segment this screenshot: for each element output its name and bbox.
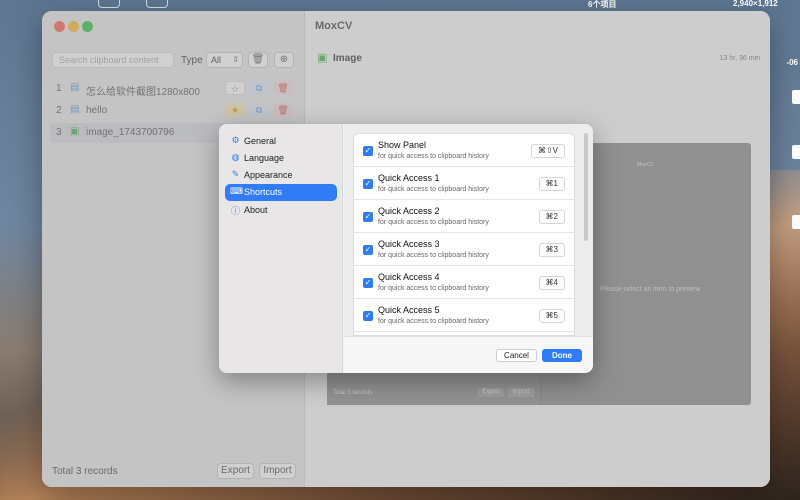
- brush-icon: ✎: [231, 169, 240, 179]
- settings-sidebar: ⚙ General ◍ Language ✎ Appearance ⌨ Shor…: [219, 124, 343, 373]
- shortcut-name: Quick Access 3: [378, 239, 440, 249]
- desktop-file-icon[interactable]: [792, 215, 800, 229]
- shortcuts-pane: ✓ Show Panel for quick access to clipboa…: [344, 124, 593, 336]
- shortcut-desc: for quick access to clipboard history: [378, 186, 489, 193]
- nav-label: Appearance: [244, 170, 293, 180]
- menubar-resolution: 2,940×1,912: [733, 0, 778, 8]
- settings-dialog: ⚙ General ◍ Language ✎ Appearance ⌨ Shor…: [219, 124, 593, 373]
- shortcut-desc: for quick access to clipboard history: [378, 285, 489, 292]
- shortcut-desc: for quick access to clipboard history: [378, 219, 489, 226]
- shortcut-checkbox[interactable]: ✓: [363, 179, 373, 189]
- shortcut-desc: for quick access to clipboard history: [378, 318, 489, 325]
- shortcut-recorder[interactable]: ⌘1: [538, 177, 565, 191]
- shortcut-recorder[interactable]: ⌘3: [538, 243, 565, 257]
- nav-label: General: [244, 136, 277, 146]
- menubar-items-count: 6个项目: [588, 0, 617, 9]
- cancel-button[interactable]: Cancel: [496, 349, 537, 362]
- shortcut-name: Quick Access 1: [378, 173, 440, 183]
- shortcut-desc: for quick access to clipboard history: [378, 153, 489, 160]
- shortcut-checkbox[interactable]: ✓: [363, 311, 373, 321]
- shortcut-desc: for quick access to clipboard history: [378, 252, 489, 259]
- nav-language[interactable]: ◍ Language: [225, 150, 337, 167]
- nav-about[interactable]: ⓘ About: [225, 202, 337, 219]
- nav-appearance[interactable]: ✎ Appearance: [225, 167, 337, 184]
- shortcut-name: Quick Access 4: [378, 272, 440, 282]
- info-icon: ⓘ: [230, 206, 240, 216]
- scrollbar[interactable]: [584, 133, 588, 241]
- shortcut-row-quick-access-5: ✓ Quick Access 5 for quick access to cli…: [354, 299, 574, 332]
- shortcut-checkbox[interactable]: ✓: [363, 245, 373, 255]
- shortcut-row-quick-access-3: ✓ Quick Access 3 for quick access to cli…: [354, 233, 574, 266]
- menu-bar: 6个项目 2,940×1,912: [0, 0, 800, 10]
- shortcut-checkbox[interactable]: ✓: [363, 212, 373, 222]
- dialog-footer: Cancel Done: [344, 336, 593, 373]
- nav-label: About: [244, 205, 268, 215]
- shortcut-name: Quick Access 5: [378, 305, 440, 315]
- shortcut-checkbox[interactable]: ✓: [363, 146, 373, 156]
- shortcut-row-quick-access-4: ✓ Quick Access 4 for quick access to cli…: [354, 266, 574, 299]
- menubar-keyboard-icon[interactable]: [146, 0, 168, 8]
- menubar-app-icon[interactable]: [98, 0, 120, 8]
- keyboard-icon: ⌨: [230, 186, 243, 196]
- shortcut-checkbox[interactable]: ✓: [363, 278, 373, 288]
- desktop-side-label: -06: [786, 58, 798, 67]
- shortcut-row-quick-access-2: ✓ Quick Access 2 for quick access to cli…: [354, 200, 574, 233]
- shortcut-row-show-panel: ✓ Show Panel for quick access to clipboa…: [354, 134, 574, 167]
- shortcut-name: Show Panel: [378, 140, 427, 150]
- nav-label: Language: [244, 153, 285, 163]
- shortcut-row-quick-access-1: ✓ Quick Access 1 for quick access to cli…: [354, 167, 574, 200]
- shortcuts-list[interactable]: ✓ Show Panel for quick access to clipboa…: [353, 133, 575, 336]
- shortcut-name: Quick Access 2: [378, 206, 440, 216]
- done-button[interactable]: Done: [542, 349, 582, 362]
- desktop-file-icon[interactable]: [792, 90, 800, 104]
- gear-icon: ⚙: [231, 135, 240, 145]
- shortcut-recorder[interactable]: ⌘4: [538, 276, 565, 290]
- shortcut-recorder[interactable]: ⌘2: [538, 210, 565, 224]
- desktop-file-icon[interactable]: [792, 145, 800, 159]
- shortcut-recorder[interactable]: ⌘⇧V: [530, 144, 565, 158]
- shortcut-recorder[interactable]: ⌘5: [538, 309, 565, 323]
- nav-label: Shortcuts: [244, 187, 283, 197]
- nav-general[interactable]: ⚙ General: [225, 133, 337, 150]
- nav-shortcuts[interactable]: ⌨ Shortcuts: [225, 184, 337, 201]
- globe-icon: ◍: [231, 152, 240, 162]
